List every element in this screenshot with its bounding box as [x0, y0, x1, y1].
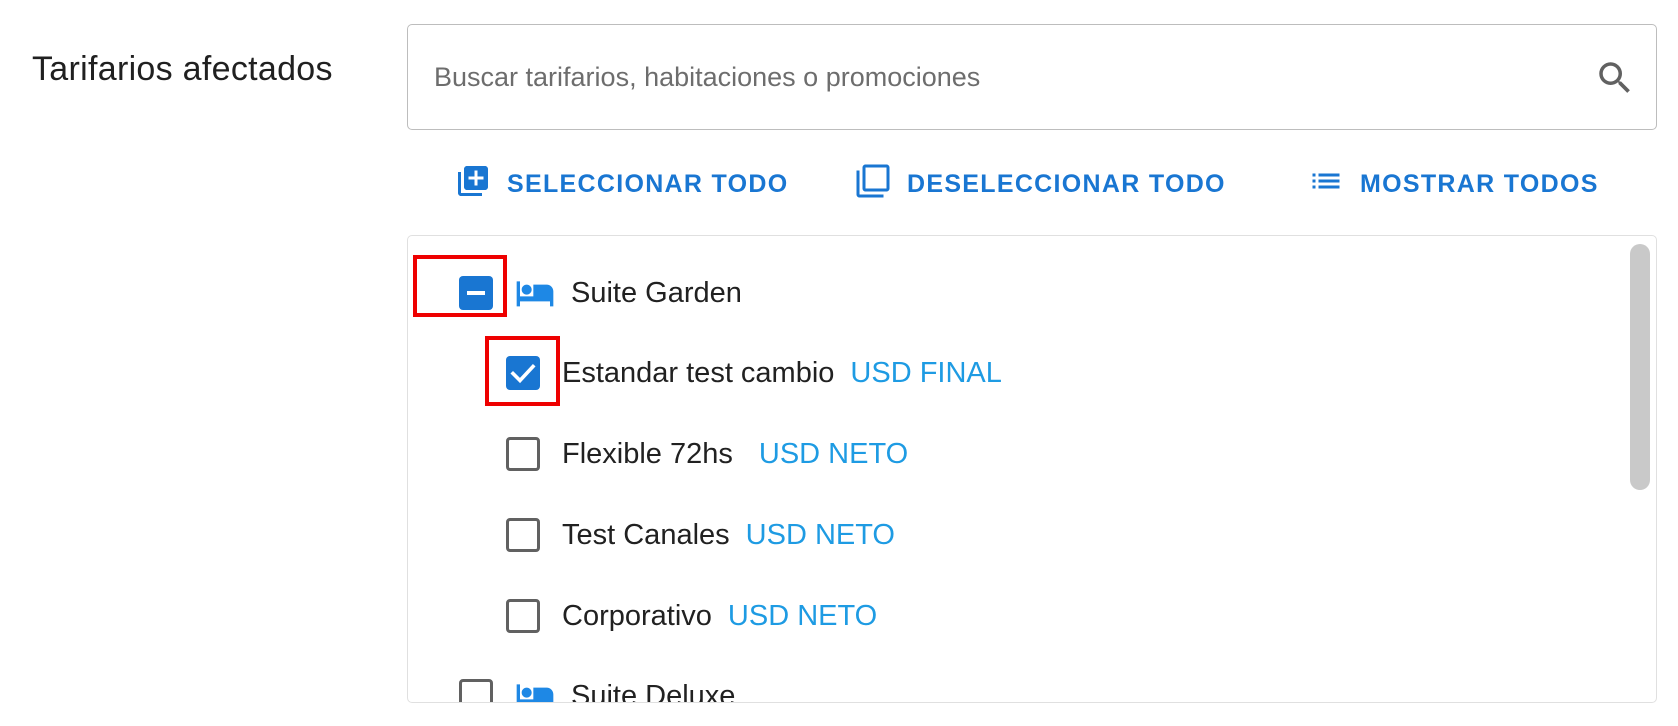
bed-icon	[515, 278, 555, 308]
rate-checkbox[interactable]	[506, 518, 540, 552]
rate-currency-tag: USD FINAL	[850, 356, 1002, 389]
select-all-label: SELECCIONAR TODO	[507, 169, 789, 198]
room-row[interactable]: Suite Garden	[459, 265, 742, 321]
select-all-button[interactable]: SELECCIONAR TODO	[455, 160, 788, 208]
search-box[interactable]	[407, 24, 1657, 130]
room-name: Suite Garden	[571, 276, 742, 309]
search-icon[interactable]	[1594, 57, 1636, 99]
list-icon	[1308, 163, 1344, 206]
rate-row[interactable]: Corporativo USD NETO	[506, 588, 877, 644]
rate-currency-tag: USD NETO	[745, 518, 895, 551]
show-all-button[interactable]: MOSTRAR TODOS	[1308, 160, 1599, 208]
deselect-all-button[interactable]: DESELECCIONAR TODO	[855, 160, 1226, 208]
rate-checkbox[interactable]	[506, 599, 540, 633]
rate-currency-tag: USD NETO	[758, 437, 909, 470]
section-label: Tarifarios afectados	[32, 50, 333, 88]
scrollbar-track[interactable]	[1628, 236, 1656, 702]
show-all-label: MOSTRAR TODOS	[1360, 169, 1599, 198]
rate-checkbox[interactable]	[506, 356, 540, 390]
bulk-actions: SELECCIONAR TODO DESELECCIONAR TODO MOST…	[0, 160, 1678, 212]
rate-tree-list: Suite Garden Estandar test cambio USD FI…	[407, 235, 1657, 703]
rate-currency-tag: USD NETO	[727, 599, 878, 632]
search-input[interactable]	[434, 51, 1564, 103]
rate-row[interactable]: Estandar test cambio USD FINAL	[506, 345, 1002, 401]
rate-name: Flexible 72hs	[562, 437, 733, 470]
rate-name: Corporativo	[562, 599, 712, 632]
rate-name: Test Canales	[562, 518, 730, 551]
bed-icon	[515, 681, 555, 702]
room-checkbox[interactable]	[459, 679, 493, 702]
filter-none-icon	[855, 163, 891, 206]
room-checkbox[interactable]	[459, 276, 493, 310]
rate-name: Estandar test cambio	[562, 356, 835, 389]
room-name: Suite Deluxe	[571, 679, 736, 703]
rate-checkbox[interactable]	[506, 437, 540, 471]
scrollbar-thumb[interactable]	[1630, 244, 1650, 490]
rate-row[interactable]: Flexible 72hs USD NETO	[506, 426, 908, 482]
room-row[interactable]: Suite Deluxe	[459, 668, 736, 703]
rate-row[interactable]: Test Canales USD NETO	[506, 507, 895, 563]
library-add-icon	[455, 163, 491, 206]
deselect-all-label: DESELECCIONAR TODO	[907, 169, 1226, 198]
